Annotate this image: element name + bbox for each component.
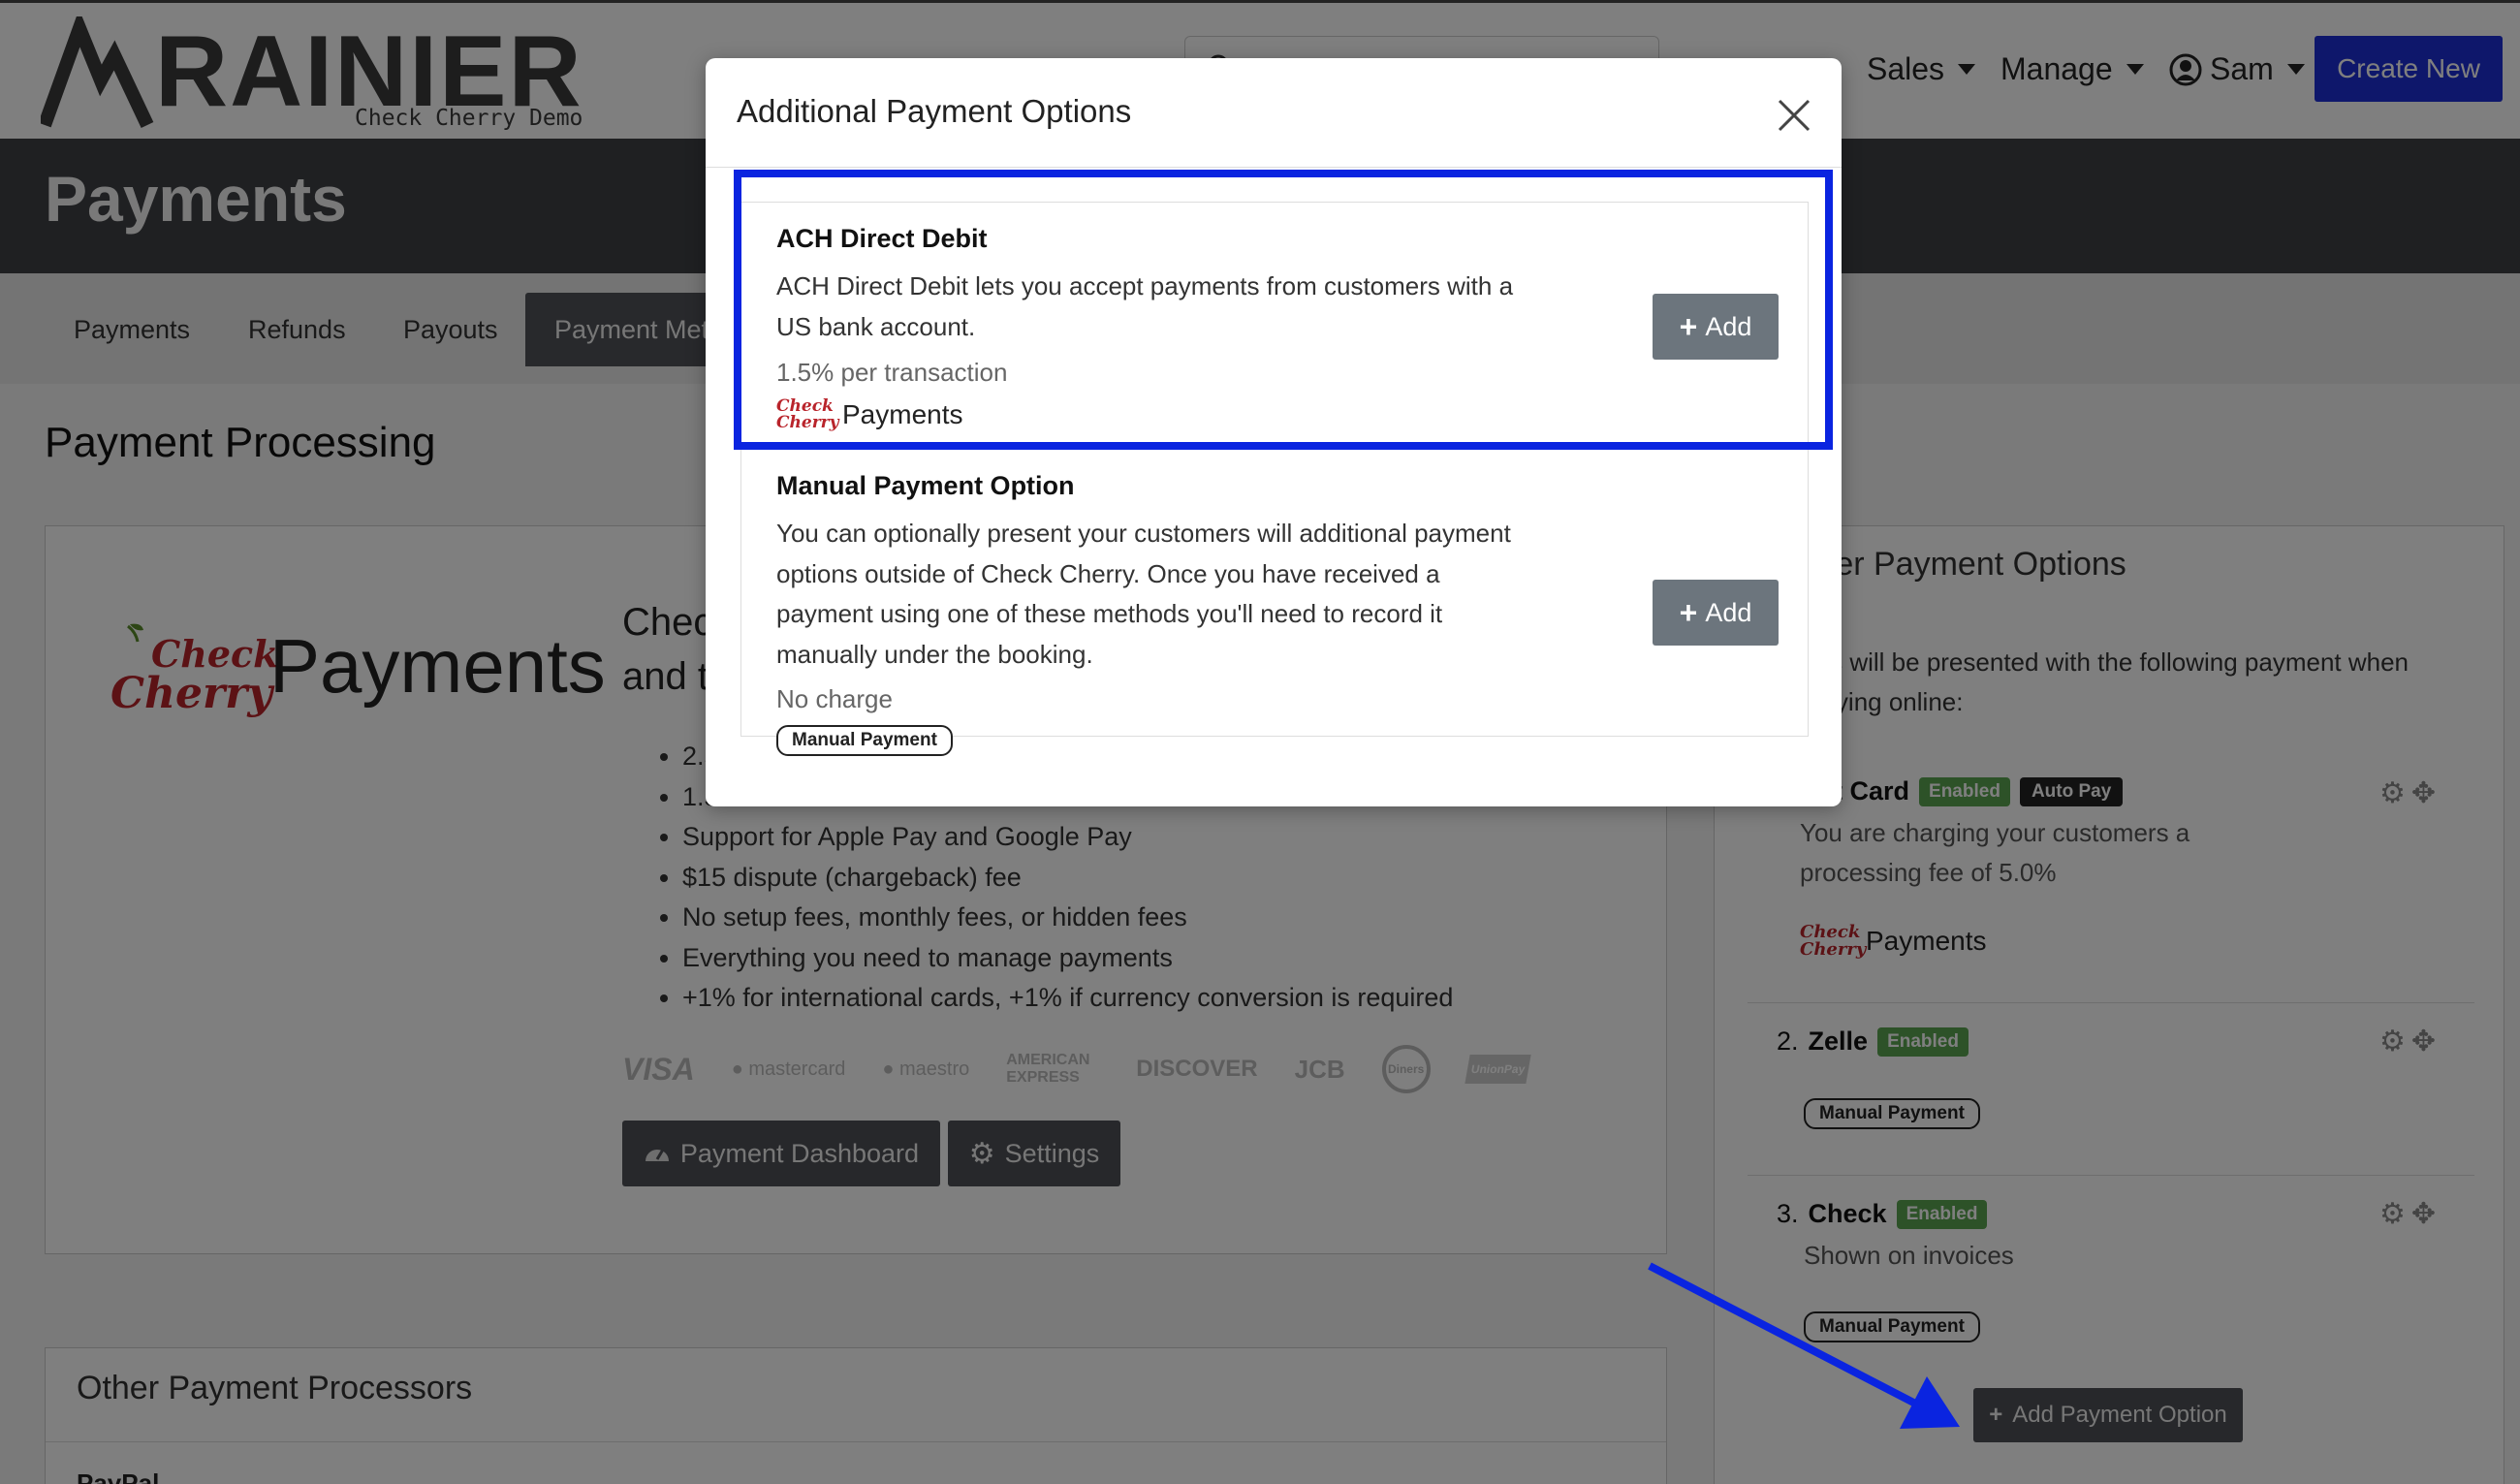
add-label: Add (1705, 597, 1752, 627)
plus-icon: + (1679, 594, 1698, 630)
highlight-box (734, 170, 1833, 450)
divider (706, 167, 1842, 168)
close-icon[interactable] (1772, 93, 1816, 138)
option-description: You can optionally present your customer… (776, 519, 1511, 669)
manual-payment-pill: Manual Payment (776, 725, 953, 756)
modal-title: Additional Payment Options (737, 93, 1132, 129)
option-fee: No charge (776, 684, 893, 713)
add-manual-payment-button[interactable]: + Add (1653, 580, 1779, 646)
manual-payment-option: Manual Payment Option You can optionally… (740, 450, 1809, 756)
option-title: Manual Payment Option (776, 471, 1075, 500)
